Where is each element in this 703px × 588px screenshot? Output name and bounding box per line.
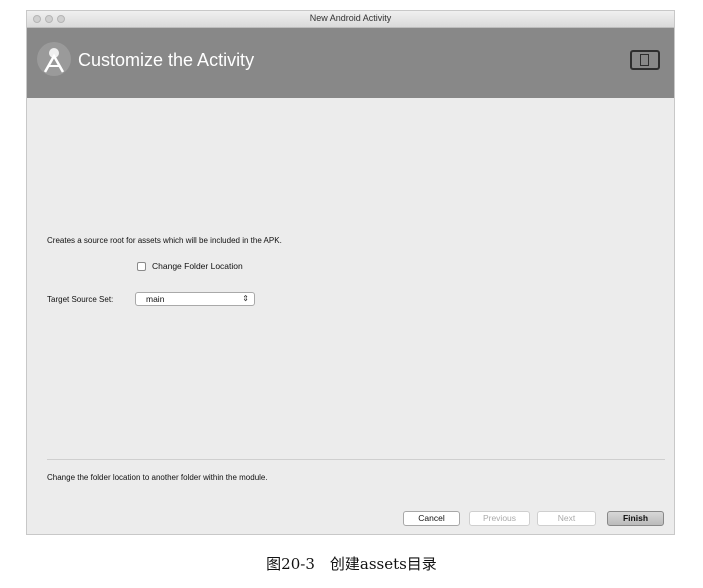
wizard-header: Customize the Activity <box>27 28 674 98</box>
window-title: New Android Activity <box>309 13 392 23</box>
tablet-device-icon <box>630 50 660 70</box>
android-studio-logo-icon <box>37 42 71 76</box>
page-title: Customize the Activity <box>78 50 255 70</box>
finish-button[interactable]: Finish <box>607 511 664 526</box>
wizard-window: New Android Activity Customize the Activ… <box>26 10 675 535</box>
title-bar: New Android Activity <box>27 11 674 28</box>
footer-divider <box>47 459 665 460</box>
target-source-set-value: main <box>146 294 165 304</box>
figure-caption: 图20-3 创建assets目录 <box>266 555 437 573</box>
updown-arrows-icon: ⇕ <box>242 294 249 303</box>
change-folder-checkbox[interactable] <box>137 262 146 271</box>
assets-description: Creates a source root for assets which w… <box>47 236 282 245</box>
footer-help-text: Change the folder location to another fo… <box>47 473 268 482</box>
previous-button[interactable]: Previous <box>469 511 530 526</box>
target-source-set-label: Target Source Set: <box>47 295 114 304</box>
target-source-set-select[interactable]: main ⇕ <box>135 292 255 306</box>
cancel-button[interactable]: Cancel <box>403 511 460 526</box>
next-button[interactable]: Next <box>537 511 596 526</box>
change-folder-label[interactable]: Change Folder Location <box>152 261 243 271</box>
